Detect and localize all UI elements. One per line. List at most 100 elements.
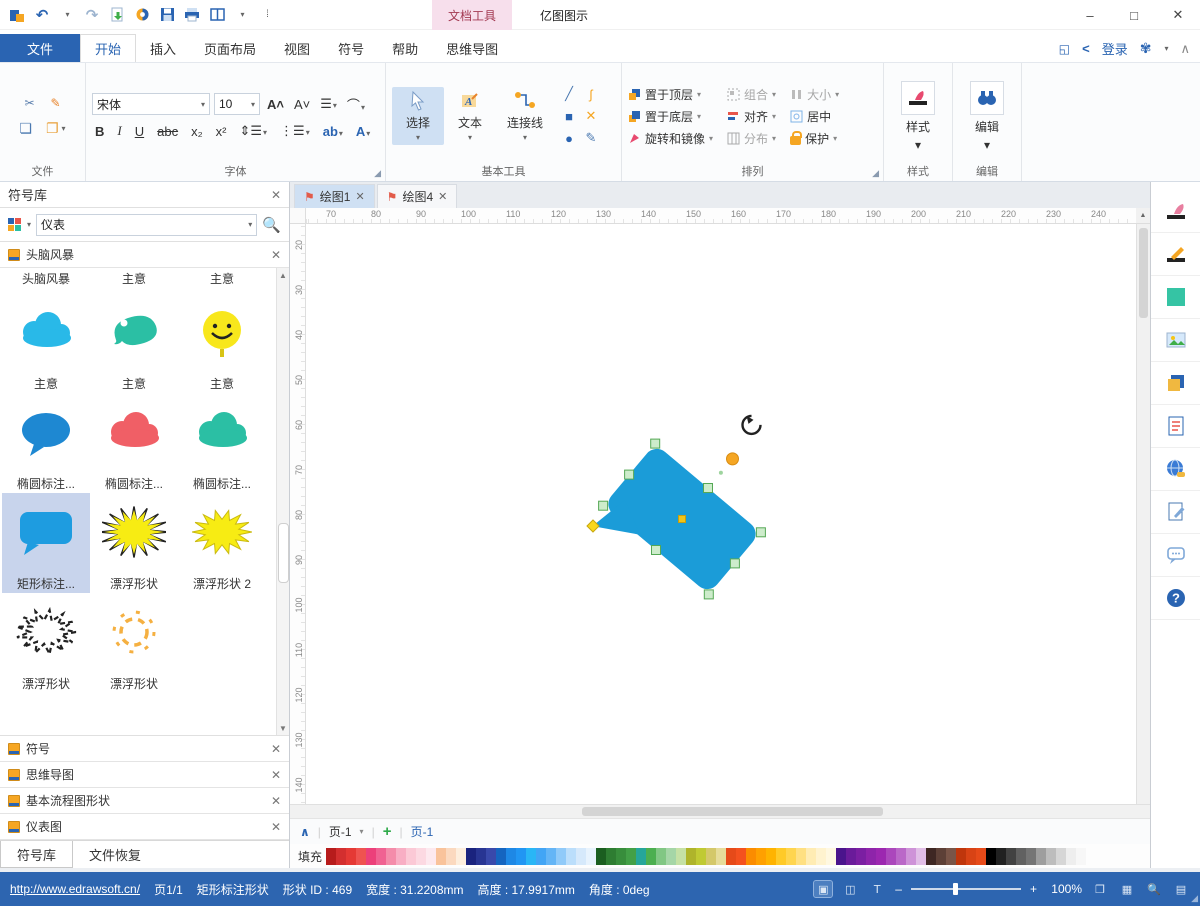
color-swatch[interactable] <box>576 848 586 865</box>
symbol-item[interactable]: 椭圆标注... <box>90 393 178 493</box>
settings-caret-icon[interactable]: ▾ <box>1164 44 1168 53</box>
cross-icon[interactable]: ✕ <box>580 105 602 127</box>
section-close-icon[interactable]: ✕ <box>271 768 281 782</box>
arrange-大小[interactable]: 大小▾ <box>790 86 839 103</box>
selection-handle[interactable] <box>625 470 634 479</box>
import-icon[interactable] <box>108 5 126 25</box>
more-icon[interactable]: ⁞ <box>258 5 276 25</box>
color-swatch[interactable] <box>446 848 456 865</box>
selection-handle[interactable] <box>756 528 765 537</box>
ribbon-tab-6[interactable]: 帮助 <box>378 34 432 62</box>
ribbon-tab-5[interactable]: 符号 <box>324 34 378 62</box>
redo-icon[interactable]: ↷ <box>83 5 101 25</box>
document-tools-tab[interactable]: 文档工具 <box>432 0 512 30</box>
color-swatch[interactable] <box>806 848 816 865</box>
undo-icon[interactable]: ↶ <box>33 5 51 25</box>
format-painter-icon[interactable]: ✎ <box>48 95 64 111</box>
resize-grip[interactable]: ◢ <box>1191 893 1198 904</box>
login-button[interactable]: 登录 <box>1102 39 1128 58</box>
color-swatch[interactable] <box>896 848 906 865</box>
color-swatch[interactable] <box>776 848 786 865</box>
color-swatch[interactable] <box>726 848 736 865</box>
ribbon-tab-7[interactable]: 思维导图 <box>432 34 512 62</box>
color-swatch[interactable] <box>466 848 476 865</box>
symbol-item[interactable]: 漂浮形状 <box>90 593 178 693</box>
collapse-ribbon-icon[interactable]: ∧ <box>1180 41 1190 57</box>
grid-icon[interactable]: ▤ <box>1172 881 1190 897</box>
color-swatch[interactable] <box>956 848 966 865</box>
section-close-icon[interactable]: ✕ <box>271 742 281 756</box>
color-swatch[interactable] <box>786 848 796 865</box>
fit-window-icon[interactable]: ❒ <box>1091 881 1109 897</box>
highlight-color-icon[interactable]: ab▾ <box>320 124 346 139</box>
pen-icon[interactable]: ✎ <box>580 127 602 149</box>
symbol-item[interactable]: 漂浮形状 2 <box>178 493 266 593</box>
window-caret[interactable]: ▾ <box>233 5 251 25</box>
color-swatch[interactable] <box>946 848 956 865</box>
color-swatch[interactable] <box>676 848 686 865</box>
print-icon[interactable] <box>183 5 201 25</box>
color-swatch[interactable] <box>366 848 376 865</box>
ribbon-tab-2[interactable]: 插入 <box>136 34 190 62</box>
color-swatch[interactable] <box>376 848 386 865</box>
search-icon[interactable]: 🔍 <box>262 216 281 234</box>
close-button[interactable]: ✕ <box>1156 0 1200 30</box>
color-swatch[interactable] <box>906 848 916 865</box>
symbol-scrollbar[interactable]: ▲ ▼ <box>276 268 289 735</box>
symbol-item[interactable]: 漂浮形状 <box>2 593 90 693</box>
color-swatch[interactable] <box>476 848 486 865</box>
color-swatch[interactable] <box>596 848 606 865</box>
color-swatch[interactable] <box>766 848 776 865</box>
color-swatch[interactable] <box>436 848 446 865</box>
arrange-分布[interactable]: 分布▾ <box>727 130 776 147</box>
window-icon[interactable] <box>208 5 226 25</box>
color-swatch[interactable] <box>1076 848 1086 865</box>
shrink-font-button[interactable]: A˅ <box>291 97 313 112</box>
library-menu-icon[interactable] <box>8 218 21 231</box>
symbol-item[interactable]: 椭圆标注... <box>2 393 90 493</box>
expand-icon[interactable]: ◱ <box>1059 42 1070 56</box>
zoom-level[interactable]: 100% <box>1046 882 1082 896</box>
color-swatch[interactable] <box>516 848 526 865</box>
color-swatch[interactable] <box>756 848 766 865</box>
selection-handle[interactable] <box>599 501 608 510</box>
rectangle-callout-shape[interactable] <box>589 444 761 612</box>
bullet-list-icon[interactable]: ⋮☰▾ <box>277 123 313 139</box>
arrange-置于顶层[interactable]: 置于顶层▾ <box>628 86 713 103</box>
horizontal-scrollbar[interactable] <box>290 804 1150 818</box>
edraw-logo-icon[interactable] <box>8 5 26 25</box>
color-swatch[interactable] <box>506 848 516 865</box>
color-swatch[interactable] <box>456 848 466 865</box>
symbol-item[interactable]: 主意 <box>2 293 90 393</box>
color-swatch[interactable] <box>426 848 436 865</box>
section-close-icon[interactable]: ✕ <box>271 794 281 808</box>
font-dialog-launcher-icon[interactable]: ◢ <box>374 168 381 179</box>
library-section-仪表图[interactable]: 仪表图✕ <box>0 814 289 840</box>
color-swatch[interactable] <box>706 848 716 865</box>
color-swatch[interactable] <box>356 848 366 865</box>
color-swatch[interactable] <box>606 848 616 865</box>
color-swatch[interactable] <box>396 848 406 865</box>
color-swatch[interactable] <box>936 848 946 865</box>
presentation-view-icon[interactable]: 𝖳 <box>868 881 886 897</box>
ribbon-tab-3[interactable]: 页面布局 <box>190 34 270 62</box>
color-swatch[interactable] <box>796 848 806 865</box>
color-swatch[interactable] <box>1046 848 1056 865</box>
color-swatch[interactable] <box>566 848 576 865</box>
color-swatch[interactable] <box>866 848 876 865</box>
color-swatch[interactable] <box>1026 848 1036 865</box>
format-strikethrough-button[interactable]: abc <box>154 124 181 139</box>
symbol-item[interactable]: 椭圆标注... <box>178 393 266 493</box>
library-menu-caret-icon[interactable]: ▾ <box>27 220 31 229</box>
selection-handle[interactable] <box>651 439 660 448</box>
arc-text-icon[interactable]: ⌒▾ <box>344 95 368 114</box>
color-swatch[interactable] <box>986 848 996 865</box>
symbol-label[interactable]: 主意 <box>90 268 178 291</box>
symbol-item[interactable]: 主意 <box>90 293 178 393</box>
undo-caret[interactable]: ▾ <box>58 5 76 25</box>
help-icon[interactable]: ? <box>1151 577 1200 620</box>
pen-edit-icon[interactable] <box>1151 233 1200 276</box>
zoom-in-button[interactable]: + <box>1030 882 1037 896</box>
share-icon[interactable]: < <box>1082 41 1090 56</box>
line-spacing-icon[interactable]: ⇕☰▾ <box>236 123 270 139</box>
